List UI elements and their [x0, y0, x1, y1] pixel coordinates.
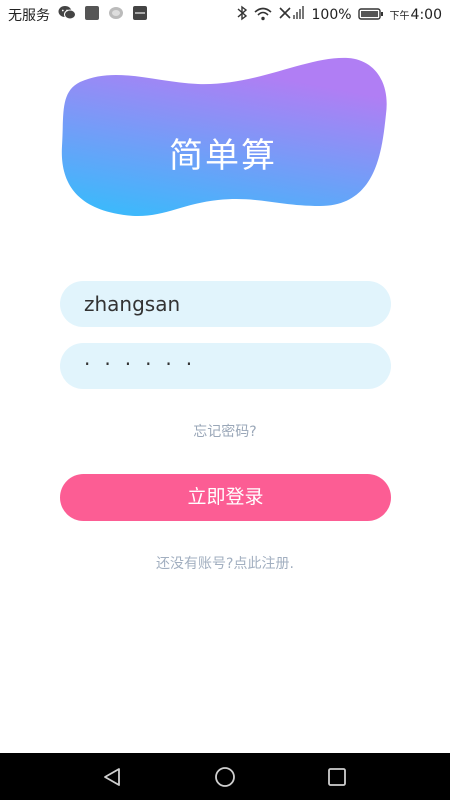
wechat-icon: [58, 5, 76, 25]
clock: 下午4:00: [390, 7, 442, 23]
carrier-label: 无服务: [8, 8, 50, 24]
app-icon: [84, 5, 100, 25]
navigation-bar: [0, 753, 450, 800]
battery-icon: [357, 6, 384, 25]
bluetooth-icon: [236, 5, 248, 25]
status-bar: 无服务 100% 下午4:00: [0, 0, 450, 28]
register-link[interactable]: 还没有账号?点此注册.: [0, 553, 450, 573]
status-bar-left: 无服务: [8, 5, 148, 25]
password-value: ······: [84, 352, 207, 376]
clock-prefix: 下午: [389, 11, 410, 22]
app-icon: [108, 5, 124, 25]
app-title: 简单算: [169, 136, 277, 176]
login-button[interactable]: 立即登录: [60, 474, 391, 521]
username-value: zhangsan: [84, 292, 181, 316]
back-icon[interactable]: [100, 765, 124, 789]
forgot-password-link[interactable]: 忘记密码?: [0, 421, 450, 441]
wifi-icon: [253, 6, 272, 25]
battery-percent: 100%: [311, 7, 352, 23]
status-bar-right: 100% 下午4:00: [236, 5, 442, 25]
username-input[interactable]: zhangsan: [60, 281, 391, 327]
signal-icon: [278, 5, 306, 25]
recent-apps-icon[interactable]: [325, 765, 349, 789]
password-input[interactable]: ······: [60, 343, 391, 389]
home-icon[interactable]: [213, 765, 237, 789]
clock-time: 4:00: [410, 7, 442, 23]
app-icon: [132, 5, 148, 25]
